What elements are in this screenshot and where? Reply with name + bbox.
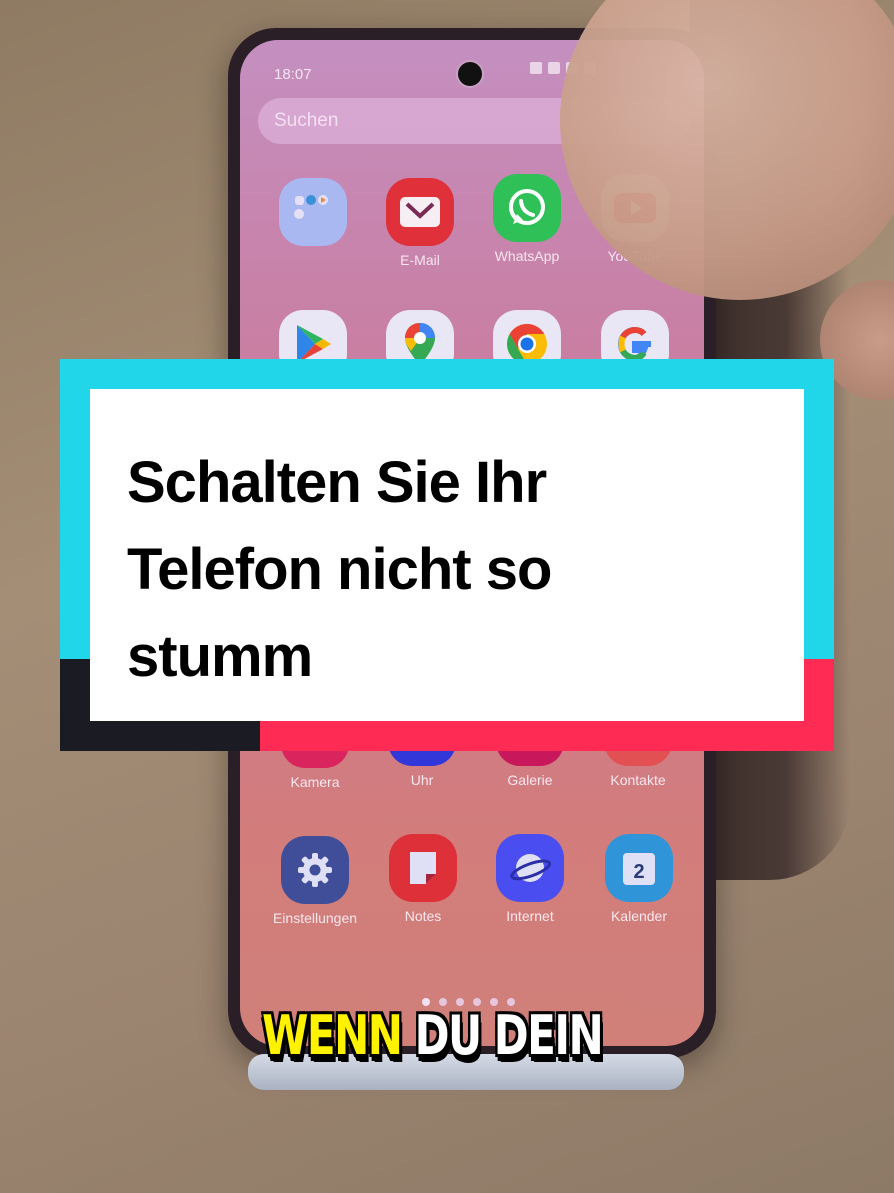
app-label: WhatsApp [494, 248, 560, 264]
settings-gear-icon [281, 836, 349, 904]
search-placeholder: Suchen [274, 110, 339, 131]
calendar-icon: 2 [605, 834, 673, 902]
status-time: 18:07 [274, 66, 312, 83]
app-label: Uhr [410, 772, 434, 788]
alarm-icon [530, 62, 542, 74]
app-label: Galerie [507, 772, 553, 788]
app-folder[interactable] [268, 178, 358, 246]
overlay-line-3: stumm [127, 624, 313, 689]
app-kalender[interactable]: 2 Kalender [594, 834, 684, 924]
overlay-line-1: Schalten Sie Ihr [127, 450, 547, 515]
notes-icon [389, 834, 457, 902]
app-label: Kalender [610, 908, 668, 924]
app-label: Notes [404, 908, 442, 924]
front-camera [456, 60, 484, 88]
app-whatsapp[interactable]: WhatsApp [482, 174, 572, 264]
app-label: Kamera [290, 774, 340, 790]
app-internet[interactable]: Internet [485, 834, 575, 924]
mute-icon [548, 62, 560, 74]
overlay-line-2: Telefon nicht so [127, 537, 552, 602]
mail-icon [386, 178, 454, 246]
subtitle-caption: WENN DU DEIN [262, 1004, 604, 1067]
whatsapp-icon [493, 174, 561, 242]
caption-text: DU DEIN [401, 1004, 604, 1067]
app-label: E-Mail [400, 252, 440, 268]
caption-highlight: WENN [262, 1004, 403, 1067]
overlay-title: Schalten Sie Ihr Telefon nicht so stumm [127, 439, 767, 700]
app-einstellungen[interactable]: Einstellungen [270, 836, 360, 926]
title-overlay: Schalten Sie Ihr Telefon nicht so stumm [60, 359, 834, 751]
app-email[interactable]: E-Mail [375, 178, 465, 268]
app-label: Kontakte [610, 772, 666, 788]
calendar-day: 2 [633, 861, 644, 883]
overlay-card: Schalten Sie Ihr Telefon nicht so stumm [90, 389, 804, 721]
internet-planet-icon [496, 834, 564, 902]
app-label: Einstellungen [272, 910, 358, 926]
app-label: Internet [506, 908, 554, 924]
app-notes[interactable]: Notes [378, 834, 468, 924]
folder-icon [279, 178, 347, 246]
